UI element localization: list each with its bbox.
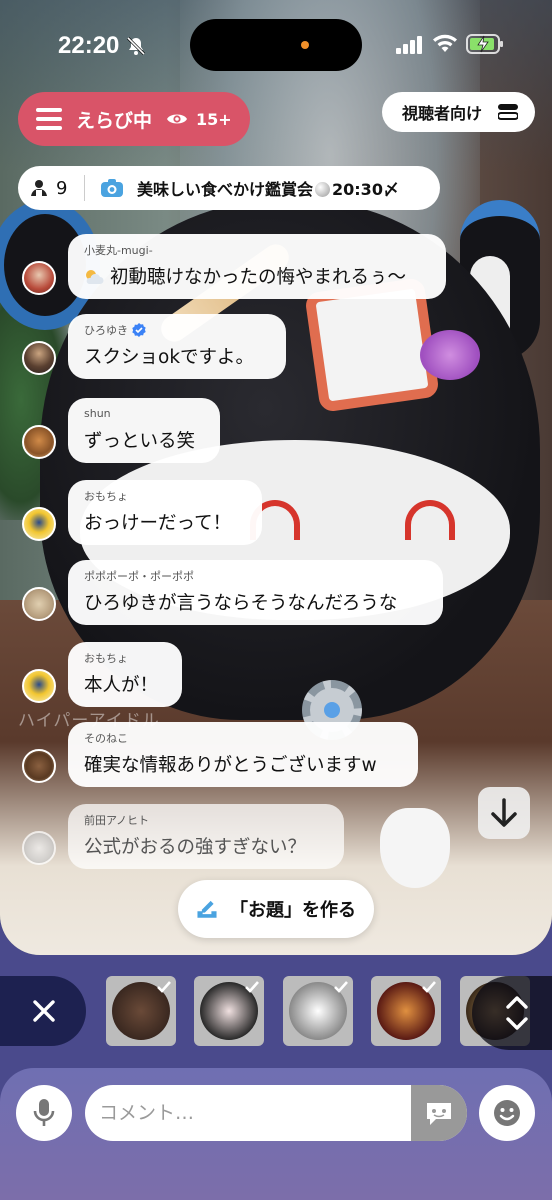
- topic-thumbnail-strip: [0, 960, 552, 1070]
- status-time: 22:20: [58, 32, 120, 59]
- comment-author: おもちょ: [84, 489, 128, 503]
- comment-text: 確実な情報ありがとうございますw: [84, 755, 377, 776]
- comment-bubble[interactable]: ポポポーポ・ポーポポ ひろゆきが言うならそうなんだろうな: [68, 560, 443, 625]
- avatar[interactable]: [22, 507, 56, 541]
- privacy-indicator: [301, 41, 309, 49]
- comment-text: ひろゆきが言うならそうなんだろうな: [84, 593, 398, 614]
- mascot-flower: [420, 330, 480, 380]
- check-icon: [422, 981, 436, 993]
- comment-input[interactable]: [85, 1085, 411, 1141]
- comment-author: ポポポーポ・ポーポポ: [84, 569, 194, 583]
- topic-choosing-button[interactable]: えらび中 15+: [18, 92, 250, 146]
- audience-toggle-button[interactable]: 視聴者向け: [382, 92, 535, 132]
- close-icon: [33, 1000, 55, 1022]
- comment-bubble[interactable]: shun ずっといる笑: [68, 398, 220, 463]
- comment-bubble[interactable]: おもちょ おっけーだって！: [68, 480, 262, 545]
- chevron-up-down-icon: [506, 996, 528, 1030]
- comment-item: ポポポーポ・ポーポポ ひろゆきが言うならそうなんだろうな: [22, 560, 443, 625]
- toggle-icon: [498, 104, 519, 120]
- check-icon: [157, 981, 171, 993]
- avatar[interactable]: [22, 261, 56, 295]
- comment-bubble[interactable]: おもちょ 本人が！: [68, 642, 182, 707]
- comment-item: 小麦丸-mugi- 初動聴けなかったの悔やまれるぅ〜: [22, 234, 446, 299]
- avatar[interactable]: [22, 749, 56, 783]
- dynamic-island: [190, 19, 362, 71]
- comment-field[interactable]: [85, 1085, 467, 1141]
- audience-label: 視聴者向け: [402, 104, 483, 123]
- speech-bubble-icon: [427, 1103, 451, 1125]
- comment-author: そのねこ: [84, 731, 128, 745]
- divider: [84, 175, 85, 201]
- comment-bubble[interactable]: ひろゆき スクショokですよ。: [68, 314, 286, 379]
- comment-author: 前田アノヒト: [84, 813, 150, 827]
- comment-bubble[interactable]: 前田アノヒト 公式がおるの強すぎない？: [68, 804, 344, 869]
- avatar[interactable]: [22, 425, 56, 459]
- comment-text: ずっといる笑: [84, 431, 196, 452]
- expand-strip-button[interactable]: [472, 976, 552, 1050]
- comment-text: 公式がおるの強すぎない？: [84, 837, 307, 858]
- thumbnail-option[interactable]: [194, 976, 264, 1046]
- bell-off-icon: [126, 36, 146, 56]
- arrow-down-icon: [491, 798, 517, 827]
- topic-create-icon: [197, 900, 217, 918]
- thumbnail-option[interactable]: [371, 976, 441, 1046]
- microphone-icon: [33, 1099, 55, 1126]
- avatar[interactable]: [22, 669, 56, 703]
- check-icon: [245, 981, 259, 993]
- thumbnail-option[interactable]: [283, 976, 353, 1046]
- mic-button[interactable]: [16, 1085, 72, 1141]
- close-strip-button[interactable]: [0, 976, 86, 1046]
- comment-text: 本人が！: [84, 675, 159, 696]
- comment-text: スクショokですよ。: [84, 347, 255, 368]
- thumbnail-option[interactable]: [106, 976, 176, 1046]
- comment-bubble[interactable]: 小麦丸-mugi- 初動聴けなかったの悔やまれるぅ〜: [68, 234, 446, 299]
- comment-author: shun: [84, 407, 111, 420]
- participant-count: 9: [56, 177, 68, 199]
- viewer-age-badge: 15+: [196, 109, 232, 129]
- comment-text: おっけーだって！: [84, 513, 232, 534]
- comment-bubble[interactable]: そのねこ 確実な情報ありがとうございますw: [68, 722, 418, 787]
- topic-bar[interactable]: 9 美味しい食べかけ鑑賞会 20:30〆: [18, 166, 440, 210]
- scroll-to-latest-button[interactable]: [478, 787, 530, 839]
- battery-charging-icon: [466, 34, 503, 54]
- comment-author: 小麦丸-mugi-: [84, 243, 153, 257]
- comment-text: 初動聴けなかったの悔やまれるぅ〜: [84, 263, 430, 289]
- smile-icon: [494, 1100, 520, 1126]
- comment-item: おもちょ おっけーだって！: [22, 480, 262, 545]
- comment-item: そのねこ 確実な情報ありがとうございますw: [22, 722, 418, 787]
- stamp-button[interactable]: [411, 1085, 467, 1141]
- cellular-signal-icon: [396, 36, 422, 54]
- status-bar: 22:20: [0, 0, 552, 90]
- mascot-hand: [380, 808, 450, 888]
- moon-icon: [315, 182, 331, 197]
- choosing-label: えらび中: [76, 109, 153, 132]
- verified-badge-icon: [132, 322, 146, 337]
- eye-icon: [167, 114, 188, 124]
- wifi-icon: [433, 34, 457, 52]
- menu-icon: [36, 108, 62, 130]
- comment-input-bar: [0, 1068, 552, 1200]
- make-topic-button[interactable]: 「お題」を作る: [178, 880, 374, 938]
- comment-author: おもちょ: [84, 651, 128, 665]
- topic-title: 美味しい食べかけ鑑賞会 20:30〆: [137, 180, 399, 199]
- comment-item: shun ずっといる笑: [22, 398, 220, 463]
- avatar[interactable]: [22, 587, 56, 621]
- cloud-sun-icon: [86, 270, 104, 284]
- participants-icon: [31, 180, 47, 196]
- camera-icon: [101, 179, 123, 197]
- comment-item: 前田アノヒト 公式がおるの強すぎない？: [22, 804, 344, 869]
- avatar[interactable]: [22, 831, 56, 865]
- check-icon: [334, 981, 348, 993]
- emoji-button[interactable]: [479, 1085, 535, 1141]
- comment-item: おもちょ 本人が！: [22, 642, 182, 707]
- comment-author: ひろゆき: [84, 322, 270, 337]
- make-topic-label: 「お題」を作る: [230, 900, 356, 921]
- avatar[interactable]: [22, 341, 56, 375]
- comment-item: ひろゆき スクショokですよ。: [22, 314, 286, 379]
